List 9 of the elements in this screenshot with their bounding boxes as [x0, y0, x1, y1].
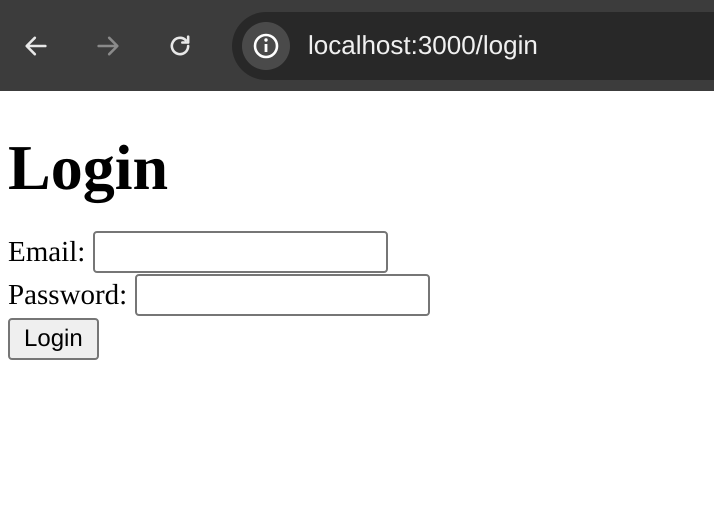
url-text: localhost:3000/login	[308, 30, 538, 61]
input-field[interactable]	[93, 231, 388, 274]
field-label: Email:	[8, 236, 86, 269]
address-bar[interactable]: localhost:3000/login	[232, 12, 714, 80]
page-title: Login	[8, 133, 170, 204]
info-icon[interactable]	[242, 22, 290, 70]
login-button[interactable]: Login	[8, 318, 99, 360]
input-field[interactable]	[135, 274, 430, 316]
field-label: Password:	[8, 278, 128, 312]
